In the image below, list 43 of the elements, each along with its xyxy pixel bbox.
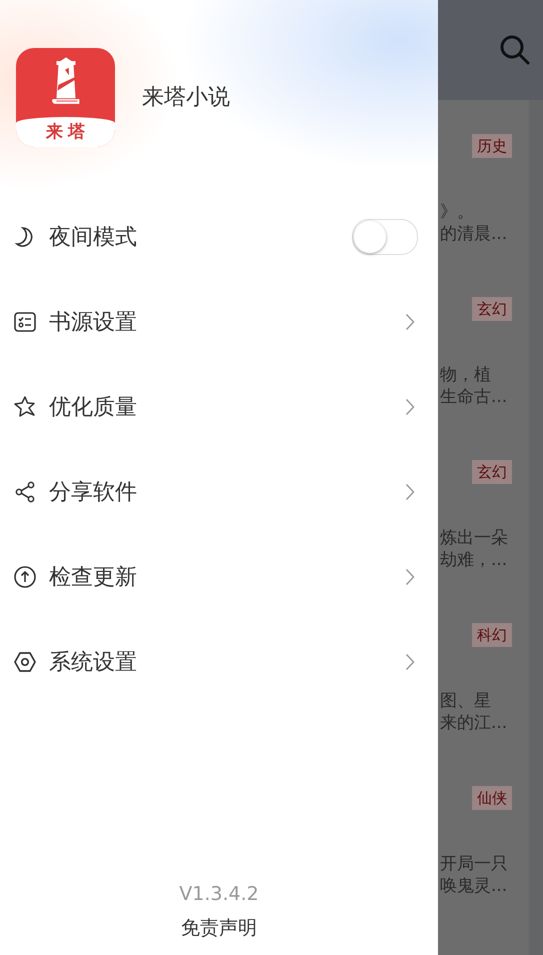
checklist-icon: [13, 310, 37, 334]
menu-item[interactable]: 优化质量: [0, 364, 438, 449]
chevron-icon: [405, 398, 415, 416]
app-name: 来塔小说: [142, 84, 230, 112]
description-text: 开局一只: [440, 853, 508, 875]
genre-tag: 历史: [472, 134, 512, 158]
genre-tag: 仙侠: [472, 786, 512, 810]
description-text: 炼出一朵: [440, 527, 508, 549]
description-text: 唤鬼灵...: [440, 875, 508, 897]
menu-label: 系统设置: [49, 648, 138, 676]
disclaimer-link[interactable]: 免责声明: [181, 915, 257, 941]
menu-item[interactable]: 系统设置: [0, 619, 438, 704]
star-icon: [13, 394, 37, 418]
genre-tag: 玄幻: [472, 297, 512, 321]
menu-item[interactable]: 分享软件: [0, 449, 438, 534]
description-text: 物，植: [440, 364, 491, 386]
genre-tag: 玄幻: [472, 460, 512, 484]
chevron-icon: [405, 312, 415, 330]
menu-label: 检查更新: [49, 564, 138, 592]
menu-label: 夜间模式: [49, 224, 138, 252]
toggle-switch[interactable]: [352, 218, 418, 254]
menu-item[interactable]: 书源设置: [0, 279, 438, 364]
version-text: V1.3.4.2: [179, 883, 259, 905]
menu-label: 分享软件: [49, 478, 138, 506]
description-text: 的清晨...: [440, 223, 508, 245]
settings-icon: [13, 650, 37, 674]
genre-tag: 科幻: [472, 623, 512, 647]
description-text: 》。: [440, 201, 474, 223]
menu-label: 书源设置: [49, 308, 138, 336]
menu-item[interactable]: 检查更新: [0, 534, 438, 619]
description-text: 图、星: [440, 690, 491, 712]
chevron-icon: [405, 652, 415, 670]
upload-icon: [13, 564, 37, 588]
description-text: 生命古...: [440, 386, 508, 408]
menu-item[interactable]: 夜间模式: [0, 194, 438, 279]
chevron-icon: [405, 568, 415, 586]
chevron-icon: [405, 482, 415, 500]
description-text: 来的江...: [440, 712, 508, 734]
share-icon: [13, 480, 37, 504]
search-icon[interactable]: [499, 34, 531, 66]
menu-label: 优化质量: [49, 394, 138, 422]
description-text: 劫难，...: [440, 549, 508, 571]
logo-text: 来塔: [44, 121, 90, 143]
